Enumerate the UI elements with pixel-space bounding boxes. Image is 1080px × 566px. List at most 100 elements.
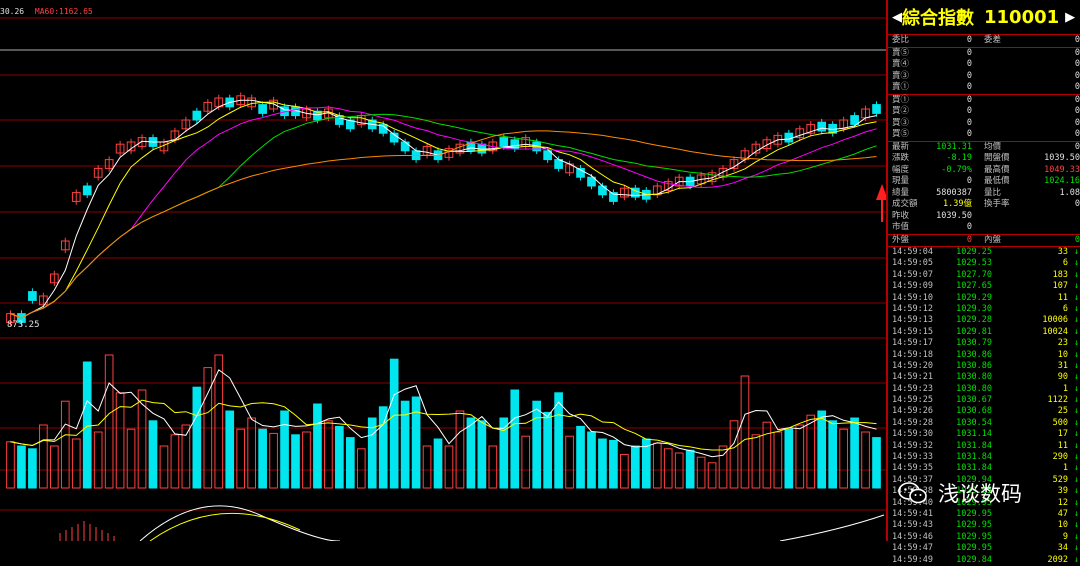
tick-row[interactable]: 14:59:35 1031.84 1 ↓	[888, 463, 1080, 474]
tick-row[interactable]: 14:59:43 1029.95 10 ↓	[888, 520, 1080, 531]
tick-direction-icon: ↓	[1073, 326, 1079, 337]
tick-price: 1031.84	[956, 463, 992, 474]
tick-row[interactable]: 14:59:07 1027.70 183 ↓	[888, 270, 1080, 281]
volume-bar	[806, 414, 816, 489]
order-ratio-label: 委比	[892, 35, 910, 45]
tick-time: 14:59:13	[892, 315, 933, 326]
volume-bar	[663, 448, 673, 489]
next-security-arrow-icon[interactable]: ▶	[1065, 10, 1075, 25]
tick-row[interactable]: 14:59:26 1030.68 25 ↓	[888, 406, 1080, 417]
volume-bar	[609, 439, 618, 489]
volume-bar	[60, 400, 70, 489]
tick-volume: 31	[1057, 360, 1068, 371]
candle-down	[192, 110, 202, 121]
tick-row[interactable]: 14:59:17 1030.79 23 ↓	[888, 338, 1080, 349]
volume-bar	[49, 445, 59, 489]
indicator-line-1	[139, 505, 340, 541]
buy-level-label: 買①	[892, 94, 910, 105]
volume-bar	[17, 445, 26, 489]
tick-row[interactable]: 14:59:25 1030.67 1122 ↓	[888, 395, 1080, 406]
buy-row: 買⑤ 0 0	[888, 129, 1080, 141]
tick-row[interactable]: 14:59:21 1030.80 90 ↓	[888, 372, 1080, 383]
buy-row: 買② 0 0	[888, 106, 1080, 118]
tick-row[interactable]: 14:59:47 1029.95 34 ↓	[888, 543, 1080, 554]
volume-bar	[378, 406, 388, 489]
volume-bar	[652, 442, 662, 489]
stat-value: 0	[1074, 141, 1080, 152]
sell-price: 0	[966, 82, 972, 92]
tick-time: 14:59:30	[892, 429, 933, 440]
prev-security-arrow-icon[interactable]: ◀	[892, 10, 902, 25]
tick-list[interactable]: 14:59:04 1029.25 33 ↓ 14:59:05 1029.53 6 ↓ 14:59…	[888, 247, 1080, 566]
volume-bar	[335, 425, 344, 489]
volume-bar	[28, 448, 37, 489]
tick-price: 1030.67	[956, 395, 992, 406]
tick-row[interactable]: 14:59:10 1029.29 11 ↓	[888, 293, 1080, 304]
tick-price: 1030.80	[956, 372, 992, 383]
outer-volume-value: 0	[966, 234, 972, 245]
tick-time: 14:59:18	[892, 349, 933, 360]
tick-row[interactable]: 14:59:46 1029.95 9 ↓	[888, 532, 1080, 543]
stat-label: 昨收	[892, 210, 910, 221]
tick-row[interactable]: 14:59:18 1030.86 10 ↓	[888, 350, 1080, 361]
tick-volume: 6	[1062, 303, 1068, 314]
volume-bar	[631, 445, 640, 489]
sell-price: 0	[966, 70, 972, 81]
tick-row[interactable]: 14:59:20 1030.86 31 ↓	[888, 361, 1080, 372]
outer-volume-label: 外盤	[892, 234, 910, 245]
volume-bar	[817, 410, 827, 489]
volume-bar	[93, 431, 103, 489]
ma-legend: 30.26 MA60:1162.65	[0, 7, 99, 16]
ma5-line	[10, 99, 877, 319]
sell-volume: 0	[1074, 47, 1080, 58]
stat-value: 0	[1074, 199, 1080, 209]
tick-time: 14:59:49	[892, 554, 933, 565]
tick-row[interactable]: 14:59:33 1031.84 290 ↓	[888, 452, 1080, 463]
tick-time: 14:59:10	[892, 292, 933, 303]
tick-volume: 11	[1057, 292, 1068, 303]
tick-row[interactable]: 14:59:04 1029.25 33 ↓	[888, 247, 1080, 258]
kline-chart-panel[interactable]: 30.26 MA60:1162.65 873.25	[0, 0, 886, 541]
volume-bar	[740, 375, 750, 489]
tick-volume: 9	[1062, 531, 1068, 542]
tick-row[interactable]: 14:59:30 1031.14 17 ↓	[888, 429, 1080, 440]
stat-value: 1.08	[1059, 187, 1080, 198]
kline-chart-svg[interactable]	[0, 0, 886, 541]
tick-row[interactable]: 14:59:49 1029.84 2092 ↓	[888, 555, 1080, 566]
tick-row[interactable]: 14:59:05 1029.53 6 ↓	[888, 258, 1080, 269]
candle-down	[872, 104, 881, 114]
tick-row[interactable]: 14:59:23 1030.80 1 ↓	[888, 384, 1080, 395]
stat-label: 成交額	[892, 199, 918, 209]
tick-volume: 183	[1052, 269, 1068, 280]
tick-volume: 1	[1062, 463, 1068, 474]
volume-bar	[345, 437, 355, 489]
buy-price: 0	[966, 117, 972, 128]
stat-row: 現量 0 最低價 1024.16	[888, 176, 1080, 188]
volume-bar	[433, 438, 443, 489]
tick-row[interactable]: 14:59:41 1029.95 47 ↓	[888, 509, 1080, 520]
volume-bar	[6, 441, 15, 489]
tick-row[interactable]: 14:59:32 1031.84 11 ↓	[888, 441, 1080, 452]
stat-label: 最低價	[984, 176, 1010, 186]
tick-time: 14:59:47	[892, 543, 933, 554]
ma60-legend: MA60:1162.65	[34, 7, 93, 16]
volume-bar	[861, 431, 870, 489]
tick-price: 1029.53	[956, 258, 992, 269]
tick-row[interactable]: 14:59:13 1029.28 10006 ↓	[888, 315, 1080, 326]
tick-row[interactable]: 14:59:12 1029.30 6 ↓	[888, 304, 1080, 315]
stat-label: 幅度	[892, 164, 910, 175]
tick-row[interactable]: 14:59:28 1030.54 500 ↓	[888, 418, 1080, 429]
pointer-arrow-icon	[876, 184, 886, 200]
sell-level-label: 賣④	[892, 59, 910, 69]
tick-price: 1029.95	[956, 543, 992, 554]
tick-price: 1027.65	[956, 281, 992, 292]
tick-direction-icon: ↓	[1073, 463, 1079, 474]
volume-bar	[532, 400, 542, 489]
buy-level-label: 買③	[892, 117, 910, 128]
sell-volume: 0	[1074, 70, 1080, 81]
tick-row[interactable]: 14:59:15 1029.81 10024 ↓	[888, 327, 1080, 338]
stat-value: 1031.31	[936, 141, 972, 152]
candle-down	[784, 132, 794, 143]
tick-row[interactable]: 14:59:09 1027.65 107 ↓	[888, 281, 1080, 292]
tick-price: 1029.95	[956, 520, 992, 531]
